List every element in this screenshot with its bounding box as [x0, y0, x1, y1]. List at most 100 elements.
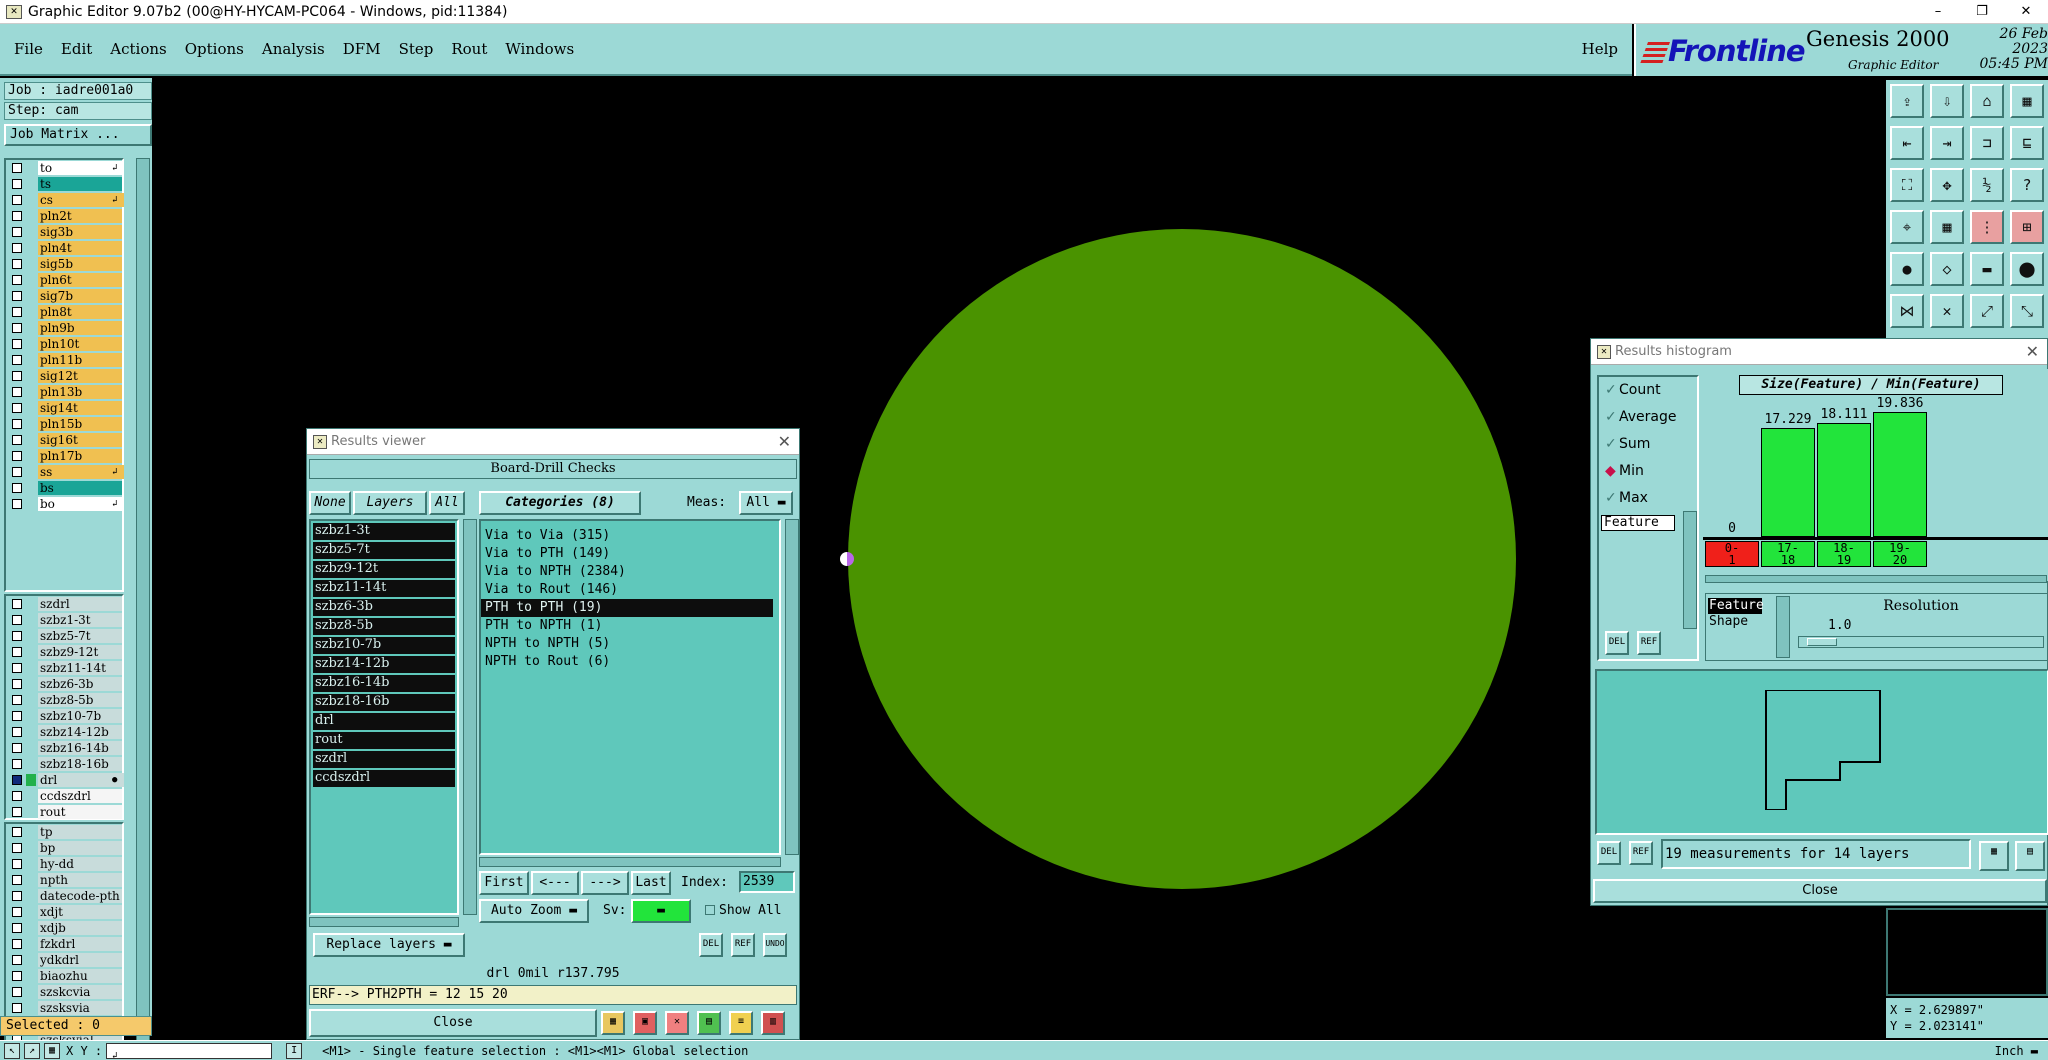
minimize-button[interactable]: – [1916, 4, 1960, 19]
layer-name[interactable]: bp [38, 841, 122, 855]
layer-row[interactable]: szbz14-12b [6, 724, 122, 740]
layer-name[interactable]: pln10t [38, 337, 122, 351]
layer-checkbox[interactable] [12, 243, 22, 253]
layer-row[interactable]: biaozhu [6, 968, 122, 984]
menu-step[interactable]: Step [399, 40, 434, 58]
layer-name[interactable]: szbz5-7t [38, 629, 122, 643]
layer-name[interactable]: pln11b [38, 353, 122, 367]
layer-name[interactable]: pln17b [38, 449, 122, 463]
unit-dropdown[interactable]: Inch ▬ [1995, 1044, 2038, 1058]
layer-name[interactable]: sig12t [38, 369, 122, 383]
layer-row[interactable]: szbz10-7b [6, 708, 122, 724]
edit-shape-icon[interactable]: ◇ [1930, 252, 1964, 286]
layer-checkbox[interactable] [12, 955, 22, 965]
undo-button[interactable]: UNDO [763, 933, 787, 957]
results-layer-item[interactable]: rout [313, 732, 455, 749]
layer-name[interactable]: szsksvia [38, 1001, 122, 1015]
xy-input[interactable] [106, 1042, 273, 1059]
none-button[interactable]: None [309, 491, 351, 515]
layer-checkbox[interactable] [12, 339, 22, 349]
category-item[interactable]: PTH to NPTH (1) [481, 617, 779, 635]
layer-name[interactable]: szbz8-5b [38, 693, 122, 707]
histogram-icon[interactable]: ▥ [761, 1011, 785, 1035]
results-layer-item[interactable]: drl [313, 713, 455, 730]
layer-name[interactable]: rout [38, 805, 122, 819]
job-matrix-button[interactable]: Job Matrix ... [4, 124, 152, 146]
layer-checkbox[interactable] [12, 307, 22, 317]
ref-button[interactable]: REF [731, 933, 755, 957]
layer-name[interactable]: bs [38, 481, 122, 495]
layer-name[interactable]: pln8t [38, 305, 122, 319]
categories-button[interactable]: Categories (8) [479, 491, 641, 515]
layer-checkbox[interactable] [12, 259, 22, 269]
layer-checkbox[interactable] [12, 467, 22, 477]
layer-row[interactable]: pln8t [6, 304, 122, 320]
show-all-checkbox[interactable]: Show All [705, 903, 782, 918]
bin-label[interactable]: 19- 20 [1873, 541, 1927, 567]
layer-row[interactable]: bo ↲ [6, 496, 124, 512]
results-layer-item[interactable]: szbz9-12t [313, 561, 455, 578]
pointer-icon[interactable]: ↗ [24, 1042, 40, 1059]
layer-name[interactable]: szbz1-3t [38, 613, 122, 627]
replace-layers-dropdown[interactable]: Replace layers ▬ [313, 933, 465, 957]
results-layer-item[interactable]: szbz16-14b [313, 675, 455, 692]
layer-checkbox[interactable] [12, 483, 22, 493]
resolution-slider-thumb[interactable] [1807, 638, 1837, 646]
histogram-bar[interactable] [1817, 423, 1871, 537]
bin-label[interactable]: 0- 1 [1705, 541, 1759, 567]
layer-name[interactable]: ts [38, 177, 122, 191]
menu-options[interactable]: Options [185, 40, 244, 58]
layer-name[interactable]: hy-dd [38, 857, 122, 871]
layer-row[interactable]: sig12t [6, 368, 122, 384]
layer-row[interactable]: szbz16-14b [6, 740, 122, 756]
layer-checkbox[interactable] [12, 291, 22, 301]
grid-icon[interactable]: ▦ [44, 1042, 60, 1059]
layer-checkbox[interactable] [12, 419, 22, 429]
feature-list-item[interactable]: Feature [1601, 515, 1675, 531]
pad-icon[interactable]: ● [1890, 252, 1924, 286]
layer-checkbox[interactable] [12, 775, 22, 785]
layer-checkbox[interactable] [12, 727, 22, 737]
mirror-icon[interactable]: ⊑ [2010, 126, 2044, 160]
layer-row[interactable]: sig14t [6, 400, 122, 416]
layer-checkbox[interactable] [12, 1003, 22, 1013]
results-layer-item[interactable]: szbz11-14t [313, 580, 455, 597]
layout-icon[interactable]: ▦ [2010, 84, 2044, 118]
zoom-center-icon[interactable]: ✥ [1930, 168, 1964, 202]
layers-hscrollbar[interactable] [309, 917, 459, 927]
next-button[interactable]: ---> [581, 871, 629, 895]
histogram-del-button[interactable]: DEL [1605, 631, 1629, 655]
layer-name[interactable]: pln15b [38, 417, 122, 431]
layer-row[interactable]: pln4t [6, 240, 122, 256]
bin-label[interactable]: 17- 18 [1761, 541, 1815, 567]
category-item[interactable]: Via to Via (315) [481, 527, 779, 545]
layer-row[interactable]: ts [6, 176, 122, 192]
layer-checkbox[interactable] [12, 743, 22, 753]
layer-row[interactable]: rout [6, 804, 122, 820]
menu-analysis[interactable]: Analysis [262, 40, 325, 58]
layer-row[interactable]: pln9b [6, 320, 122, 336]
layer-name[interactable]: szbz14-12b [38, 725, 122, 739]
layer-row[interactable]: pln10t [6, 336, 122, 352]
categories-scrollbar[interactable] [785, 519, 799, 855]
layer-row[interactable]: tp [6, 824, 122, 840]
stat-option-sum[interactable]: ✓ Sum [1605, 433, 1705, 455]
layer-checkbox[interactable] [12, 631, 22, 641]
histogram-close-button[interactable]: Close [1593, 879, 2047, 903]
index-input[interactable]: 2539 [739, 871, 795, 893]
layer-checkbox[interactable] [12, 923, 22, 933]
layer-name[interactable]: npth [38, 873, 122, 887]
resolution-slider[interactable] [1798, 636, 2044, 648]
close-icon[interactable]: ✕ [778, 432, 791, 451]
select-icon[interactable]: ↖ [4, 1042, 20, 1059]
layer-row[interactable]: sig5b [6, 256, 122, 272]
layer-row[interactable]: bs [6, 480, 122, 496]
results-layer-item[interactable]: szbz5-7t [313, 542, 455, 559]
layer-checkbox[interactable] [12, 711, 22, 721]
measure-icon[interactable]: ⌖ [1890, 210, 1924, 244]
layer-row[interactable]: pln13b [6, 384, 122, 400]
layers-listbox[interactable]: szbz1-3t szbz5-7t szbz9-12t szbz11-14t szbz6… [309, 519, 459, 915]
histogram-ref-button[interactable]: REF [1637, 631, 1661, 655]
layer-name[interactable]: sig16t [38, 433, 122, 447]
chart-options-icon[interactable]: ▤ [2015, 841, 2045, 871]
